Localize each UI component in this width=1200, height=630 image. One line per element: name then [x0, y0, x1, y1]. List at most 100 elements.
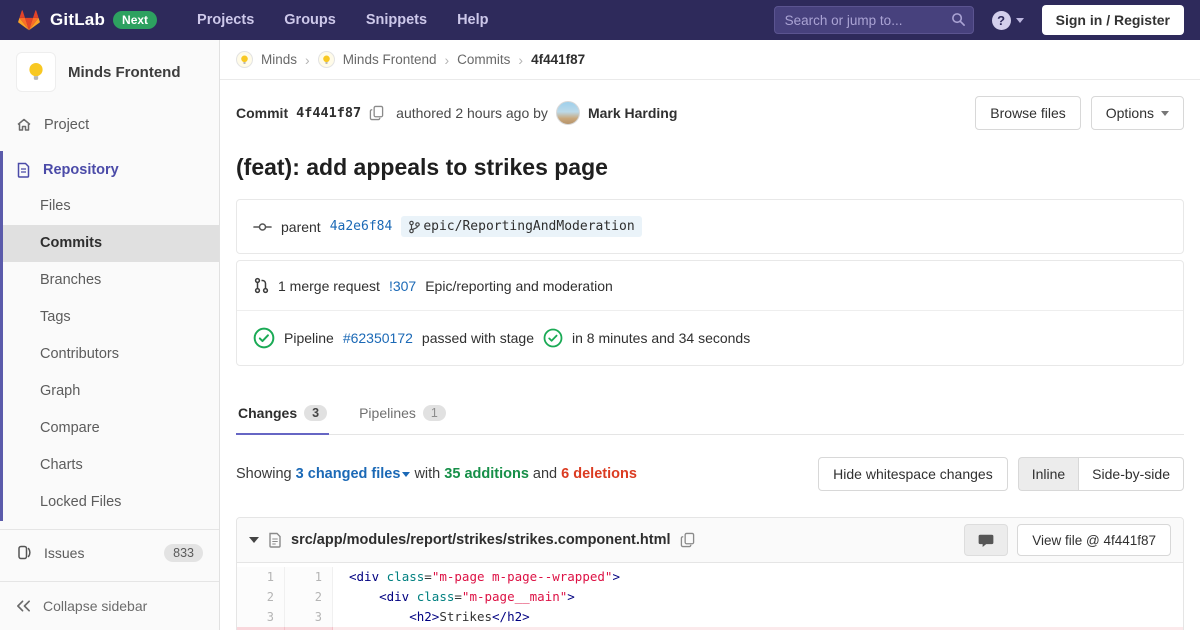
- sidebar-item-compare[interactable]: Compare: [3, 410, 219, 447]
- question-icon: ?: [992, 11, 1011, 30]
- nav-help[interactable]: Help: [457, 12, 488, 28]
- group-avatar: [236, 51, 253, 68]
- old-line-number[interactable]: 2: [237, 587, 285, 607]
- view-file-button[interactable]: View file @ 4f441f87: [1017, 524, 1171, 556]
- next-environment-badge: Next: [113, 11, 157, 29]
- pipelines-count-badge: 1: [423, 405, 446, 421]
- options-dropdown-button[interactable]: Options: [1091, 96, 1184, 130]
- diff-line-row: 11<div class="m-page m-page--wrapped">: [237, 567, 1183, 587]
- merge-request-link[interactable]: !307: [389, 278, 416, 294]
- sidebar-item-charts[interactable]: Charts: [3, 447, 219, 484]
- breadcrumb-commits-link[interactable]: Commits: [457, 52, 510, 67]
- breadcrumb-project-link[interactable]: Minds Frontend: [343, 52, 437, 67]
- browse-files-button[interactable]: Browse files: [975, 96, 1080, 130]
- side-by-side-view-button[interactable]: Side-by-side: [1078, 457, 1184, 491]
- old-line-number[interactable]: 1: [237, 567, 285, 587]
- author-avatar[interactable]: [556, 101, 580, 125]
- pipeline-status-icon[interactable]: [253, 327, 275, 349]
- hide-whitespace-button[interactable]: Hide whitespace changes: [818, 457, 1008, 491]
- commit-title: (feat): add appeals to strikes page: [236, 154, 1184, 181]
- project-sidebar: Minds Frontend Project Repository Files …: [0, 40, 220, 630]
- diff-view-toggle: Inline Side-by-side: [1018, 457, 1184, 491]
- search-input[interactable]: [774, 6, 974, 34]
- diff-line-row: 22 <div class="m-page__main">: [237, 587, 1183, 607]
- pipeline-duration: in 8 minutes and 34 seconds: [572, 330, 750, 346]
- sidebar-item-contributors[interactable]: Contributors: [3, 336, 219, 373]
- new-line-number[interactable]: 2: [285, 587, 333, 607]
- double-chevron-left-icon: [16, 599, 31, 613]
- comment-bubble-icon: [978, 533, 994, 548]
- collapse-file-caret-icon[interactable]: [249, 537, 259, 543]
- code-line: <div class="m-page m-page--wrapped">: [333, 567, 1183, 587]
- copy-sha-icon[interactable]: [369, 105, 384, 121]
- commit-parent-box: parent 4a2e6f84 epic/ReportingAndModerat…: [236, 199, 1184, 254]
- tab-pipelines[interactable]: Pipelines 1: [357, 394, 448, 434]
- sidebar-item-repository[interactable]: Repository: [3, 151, 219, 188]
- inline-view-button[interactable]: Inline: [1018, 457, 1078, 491]
- commit-icon: [253, 220, 272, 234]
- author-name[interactable]: Mark Harding: [588, 105, 677, 121]
- merge-request-row: 1 merge request !307 Epic/reporting and …: [237, 261, 1183, 310]
- changed-files-dropdown[interactable]: 3 changed files: [296, 466, 411, 482]
- branch-icon: [408, 220, 420, 234]
- breadcrumb-separator: ›: [305, 52, 310, 68]
- pipeline-link[interactable]: #62350172: [343, 330, 413, 346]
- help-dropdown[interactable]: ?: [992, 11, 1024, 30]
- chevron-down-icon: [1016, 18, 1024, 23]
- collapse-sidebar-label: Collapse sidebar: [43, 598, 147, 614]
- breadcrumb: Minds › Minds Frontend › Commits › 4f441…: [220, 40, 1200, 80]
- nav-snippets[interactable]: Snippets: [366, 12, 427, 28]
- parent-sha-link[interactable]: 4a2e6f84: [330, 219, 393, 234]
- file-path[interactable]: src/app/modules/report/strikes/strikes.c…: [291, 532, 671, 548]
- sidebar-item-commits[interactable]: Commits: [3, 225, 219, 262]
- sidebar-item-branches[interactable]: Branches: [3, 262, 219, 299]
- new-line-number[interactable]: 3: [285, 607, 333, 627]
- project-avatar-small: [318, 51, 335, 68]
- tab-changes[interactable]: Changes 3: [236, 394, 329, 434]
- old-line-number[interactable]: 3: [237, 607, 285, 627]
- home-icon: [16, 117, 32, 133]
- authored-text: authored 2 hours ago by: [396, 105, 548, 121]
- diff-file-card: src/app/modules/report/strikes/strikes.c…: [236, 517, 1184, 630]
- diff-file-header: src/app/modules/report/strikes/strikes.c…: [237, 518, 1183, 563]
- chevron-down-icon: [1161, 111, 1169, 116]
- commit-label: Commit: [236, 105, 288, 121]
- project-context-header[interactable]: Minds Frontend: [0, 40, 219, 106]
- project-avatar: [16, 52, 56, 92]
- nav-projects[interactable]: Projects: [197, 12, 254, 28]
- gitlab-tanuki-logo-icon: [16, 7, 42, 33]
- sidebar-item-label: Repository: [43, 162, 119, 178]
- sidebar-item-label: Project: [44, 117, 89, 133]
- breadcrumb-separator: ›: [444, 52, 449, 68]
- sidebar-item-tags[interactable]: Tags: [3, 299, 219, 336]
- sign-in-register-button[interactable]: Sign in / Register: [1042, 5, 1184, 35]
- sidebar-item-issues[interactable]: Issues 833: [0, 530, 219, 575]
- tab-label: Changes: [238, 405, 297, 421]
- breadcrumb-separator: ›: [518, 52, 523, 68]
- sidebar-item-locked-files[interactable]: Locked Files: [3, 484, 219, 521]
- with-label: with: [414, 466, 440, 482]
- top-navbar: GitLab Next Projects Groups Snippets Hel…: [0, 0, 1200, 40]
- diff-code-area: 11<div class="m-page m-page--wrapped">22…: [237, 563, 1183, 630]
- toggle-comments-button[interactable]: [964, 524, 1008, 556]
- tab-label: Pipelines: [359, 405, 416, 421]
- sidebar-item-graph[interactable]: Graph: [3, 373, 219, 410]
- sidebar-item-files[interactable]: Files: [3, 188, 219, 225]
- parent-label: parent: [281, 219, 321, 235]
- copy-path-icon[interactable]: [680, 532, 695, 548]
- code-line: <div class="m-page__main">: [333, 587, 1183, 607]
- sidebar-item-project[interactable]: Project: [0, 106, 219, 143]
- gitlab-home-link[interactable]: GitLab Next: [16, 7, 157, 33]
- chevron-down-icon: [402, 472, 410, 477]
- collapse-sidebar-button[interactable]: Collapse sidebar: [0, 582, 219, 630]
- additions-count: 35 additions: [444, 466, 529, 482]
- diff-summary-bar: Showing 3 changed files with 35 addition…: [236, 457, 1184, 491]
- stage-status-icon[interactable]: [543, 328, 563, 348]
- global-search: [774, 6, 974, 34]
- main-content: Minds › Minds Frontend › Commits › 4f441…: [220, 40, 1200, 630]
- nav-groups[interactable]: Groups: [284, 12, 336, 28]
- brand-wordmark: GitLab: [50, 10, 105, 30]
- new-line-number[interactable]: 1: [285, 567, 333, 587]
- breadcrumb-group-link[interactable]: Minds: [261, 52, 297, 67]
- branch-tag[interactable]: epic/ReportingAndModeration: [401, 216, 641, 237]
